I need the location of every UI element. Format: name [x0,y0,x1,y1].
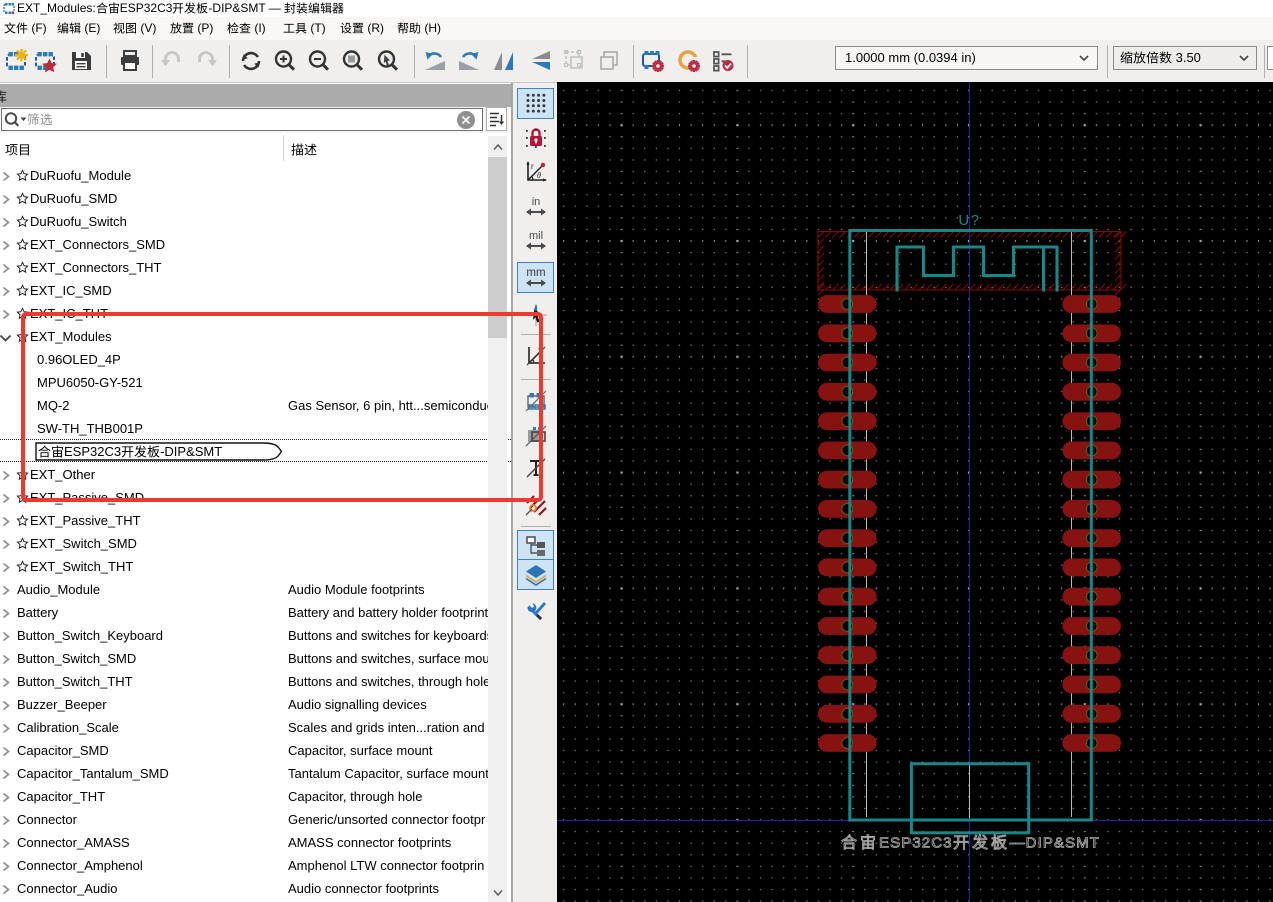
svg-text:r: r [531,162,534,171]
svg-text:mm: mm [526,267,545,279]
svg-text:in: in [532,196,541,208]
svg-text:mil: mil [529,230,543,242]
svg-text:θ: θ [537,171,541,180]
svg-text:U?: U? [958,212,980,229]
